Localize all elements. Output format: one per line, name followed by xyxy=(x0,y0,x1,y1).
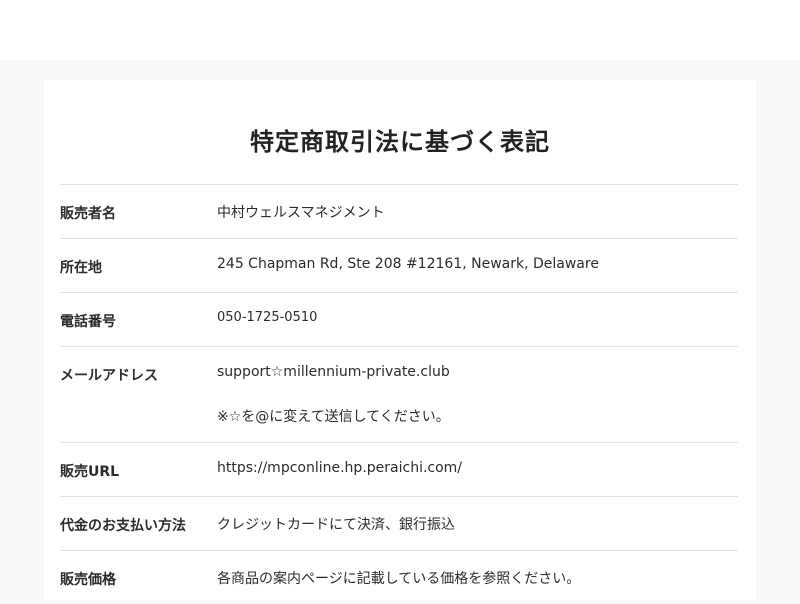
row-label-address: 所在地 xyxy=(60,260,102,276)
row-value-email: support☆millennium-private.club xyxy=(217,364,450,380)
row-value-address: 245 Chapman Rd, Ste 208 #12161, Newark, … xyxy=(217,256,599,272)
row-note-email: ※☆を@に変えて送信してください。 xyxy=(217,409,450,425)
table-row-price: 販売価格 各商品の案内ページに記載している価格を参照ください。 xyxy=(60,550,738,604)
row-value-price: 各商品の案内ページに記載している価格を参照ください。 xyxy=(217,571,581,587)
row-label-phone: 電話番号 xyxy=(60,314,116,330)
row-label-payment: 代金のお支払い方法 xyxy=(60,518,186,534)
top-header-bar xyxy=(0,0,800,60)
table-row-phone: 電話番号 050-1725-0510 xyxy=(60,292,738,346)
row-label-seller: 販売者名 xyxy=(60,206,116,222)
table-row-url: 販売URL https://mpconline.hp.peraichi.com/ xyxy=(60,442,738,496)
row-label-url: 販売URL xyxy=(60,464,120,480)
table-row-address: 所在地 245 Chapman Rd, Ste 208 #12161, Newa… xyxy=(60,238,738,292)
row-value-seller: 中村ウェルスマネジメント xyxy=(217,205,385,221)
row-value-url: https://mpconline.hp.peraichi.com/ xyxy=(217,460,463,476)
row-label-price: 販売価格 xyxy=(60,572,116,588)
row-value-payment: クレジットカードにて決済、銀行振込 xyxy=(217,517,455,533)
table-row-email: メールアドレス support☆millennium-private.club … xyxy=(60,346,738,442)
legal-info-table: 販売者名 中村ウェルスマネジメント 所在地 245 Chapman Rd, St… xyxy=(60,184,738,604)
content-card: 特定商取引法に基づく表記 販売者名 中村ウェルスマネジメント 所在地 245 C… xyxy=(44,80,756,600)
row-value-phone: 050-1725-0510 xyxy=(217,310,318,325)
table-row-payment: 代金のお支払い方法 クレジットカードにて決済、銀行振込 xyxy=(60,496,738,550)
row-label-email: メールアドレス xyxy=(60,368,158,384)
table-row-seller: 販売者名 中村ウェルスマネジメント xyxy=(60,184,738,238)
page-title: 特定商取引法に基づく表記 xyxy=(250,128,550,156)
